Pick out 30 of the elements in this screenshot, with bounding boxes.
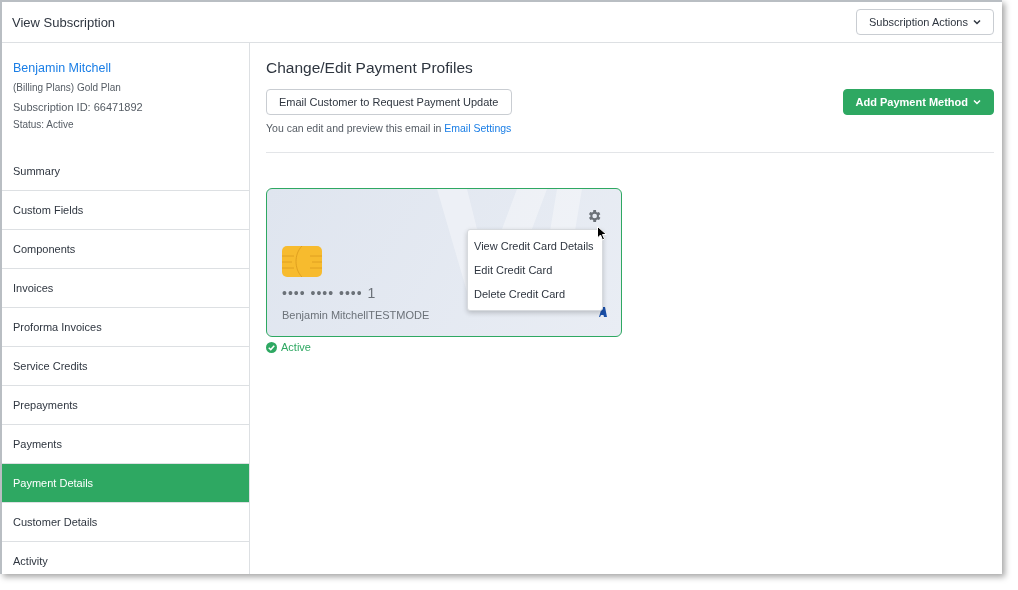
menu-item[interactable]: Delete Credit Card (468, 282, 602, 306)
caret-icon (973, 19, 981, 25)
card-holder: Benjamin MitchellTESTMODE (282, 309, 430, 321)
card-number: •••• •••• •••• 1 (282, 285, 377, 301)
settings-icon[interactable] (586, 208, 602, 224)
sidebar-item[interactable]: Customer Details (2, 503, 249, 542)
sidebar-item[interactable]: Summary (2, 152, 249, 191)
sidebar-item[interactable]: Custom Fields (2, 191, 249, 230)
section-title: Change/Edit Payment Profiles (266, 59, 474, 77)
email-settings-link[interactable]: Email Settings (444, 122, 512, 134)
caret-icon (973, 99, 981, 105)
email-customer-button[interactable]: Email Customer to Request Payment Update (266, 89, 512, 115)
hint-text: You can edit and preview this email in Email Settings (266, 122, 994, 153)
check-icon (266, 341, 277, 353)
subscription-id: Subscription ID: 66471892 (13, 101, 144, 113)
subscription-actions-button[interactable]: Subscription Actions (855, 9, 994, 35)
menu-item[interactable]: Edit Credit Card (468, 258, 602, 282)
sidebar-item[interactable]: Activity (2, 542, 249, 574)
sidebar-item[interactable]: Components (2, 230, 249, 269)
sidebar-item[interactable]: Prepayments (2, 386, 249, 425)
subscription-status: Status: Active (13, 119, 75, 130)
menu-item[interactable]: View Credit Card Details (468, 234, 602, 258)
window-title: View Subscription (12, 14, 116, 30)
plan-name: (Billing Plans) Gold Plan (13, 82, 122, 93)
sidebar-item[interactable]: Proforma Invoices (2, 308, 249, 347)
sidebar-item[interactable]: Service Credits (2, 347, 249, 386)
sidebar-item[interactable]: Invoices (2, 269, 249, 308)
card-status: Active (281, 341, 311, 353)
chip-icon (282, 246, 322, 277)
customer-name-link[interactable]: Benjamin Mitchell (13, 61, 238, 75)
